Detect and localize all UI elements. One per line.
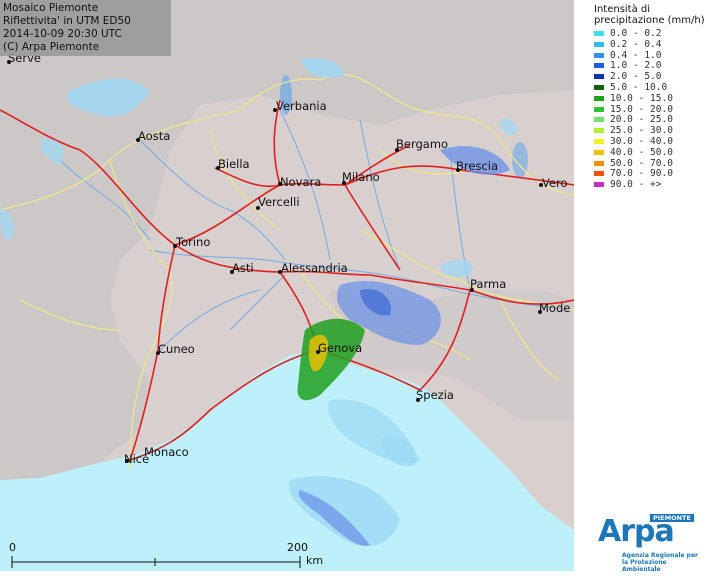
legend-range: 40.0 - 50.0 bbox=[610, 146, 673, 158]
legend-item: 25.0 - 30.0 bbox=[594, 125, 673, 136]
logo-name: Arpa bbox=[598, 514, 675, 549]
legend-item: 50.0 - 70.0 bbox=[594, 158, 673, 169]
legend-swatch bbox=[594, 139, 604, 144]
legend-item: 2.0 - 5.0 bbox=[594, 71, 661, 82]
city-milano: Milano bbox=[342, 170, 380, 184]
radar-map: 0 200 km Aosta Verbania Biella Novara Mi… bbox=[0, 0, 574, 571]
legend-item: 1.0 - 2.0 bbox=[594, 60, 661, 71]
scale-unit-label: km bbox=[306, 554, 323, 567]
legend-title-line1: Intensità di bbox=[594, 4, 651, 15]
header-product: Riflettivita' in UTM ED50 bbox=[3, 15, 131, 27]
city-parma: Parma bbox=[470, 277, 506, 291]
city-torino: Torino bbox=[175, 235, 210, 249]
legend-swatch bbox=[594, 117, 604, 123]
header-copyright: (C) Arpa Piemonte bbox=[3, 41, 100, 53]
city-genova: Genova bbox=[318, 341, 362, 355]
city-brescia: Brescia bbox=[456, 159, 498, 173]
city-mode: Mode bbox=[539, 301, 570, 315]
city-vero: Vero bbox=[542, 176, 568, 190]
map-header: Mosaico Piemonte Riflettivita' in UTM ED… bbox=[0, 0, 171, 56]
city-alessandria: Alessandria bbox=[281, 261, 348, 275]
legend-swatch bbox=[594, 63, 604, 69]
city-vercelli: Vercelli bbox=[258, 195, 300, 209]
legend-swatch bbox=[594, 149, 604, 155]
legend-range: 90.0 - +> bbox=[610, 179, 662, 191]
city-spezia: Spezia bbox=[416, 388, 454, 402]
legend-range: 70.0 - 90.0 bbox=[610, 168, 673, 180]
legend-item: 30.0 - 40.0 bbox=[594, 136, 673, 147]
legend-item: 20.0 - 25.0 bbox=[594, 114, 673, 125]
legend-swatch bbox=[594, 182, 604, 188]
legend-range: 0.2 - 0.4 bbox=[610, 38, 662, 50]
legend-swatch bbox=[594, 106, 604, 112]
legend-range: 0.0 - 0.2 bbox=[610, 28, 662, 39]
city-cuneo: Cuneo bbox=[158, 342, 195, 356]
legend-range: 20.0 - 25.0 bbox=[610, 114, 673, 126]
header-title: Mosaico Piemonte bbox=[3, 2, 99, 14]
legend-item: 90.0 - +> bbox=[594, 179, 661, 190]
legend-item: 0.2 - 0.4 bbox=[594, 39, 661, 50]
legend-item: 70.0 - 90.0 bbox=[594, 168, 673, 179]
legend-swatch bbox=[594, 128, 604, 134]
city-aosta: Aosta bbox=[138, 129, 170, 143]
legend-title: Intensità di precipitazione (mm/h) bbox=[594, 4, 709, 26]
legend-swatch bbox=[594, 74, 604, 80]
legend-title-line2: precipitazione (mm/h) bbox=[594, 15, 705, 26]
legend-swatch bbox=[594, 160, 604, 166]
city-verbania: Verbania bbox=[276, 99, 327, 113]
legend-swatch bbox=[594, 95, 604, 101]
legend-swatch bbox=[594, 171, 604, 177]
logo-subtitle: Agenzia Regionale per la Protezione Ambi… bbox=[622, 552, 698, 573]
city-monaco: Monaco bbox=[144, 445, 189, 459]
arpa-logo: PIEMONTE Arpa Agenzia Regionale per la P… bbox=[586, 514, 704, 574]
legend-range: 15.0 - 20.0 bbox=[610, 103, 673, 115]
legend-swatch bbox=[594, 52, 604, 58]
city-bergamo: Bergamo bbox=[396, 137, 448, 151]
legend-range: 2.0 - 5.0 bbox=[610, 71, 662, 83]
legend-item: 5.0 - 10.0 bbox=[594, 82, 667, 93]
legend-range: 50.0 - 70.0 bbox=[610, 157, 673, 169]
city-nice: Nice bbox=[124, 452, 149, 466]
legend-range: 10.0 - 15.0 bbox=[610, 92, 673, 104]
city-novara: Novara bbox=[280, 175, 321, 189]
legend-range: 25.0 - 30.0 bbox=[610, 125, 673, 137]
scale-end-label: 200 bbox=[287, 541, 308, 554]
legend-item: 10.0 - 15.0 bbox=[594, 93, 673, 104]
precipitation-legend: Intensità di precipitazione (mm/h) 0.0 -… bbox=[578, 0, 709, 579]
legend-item: 0.0 - 0.2 bbox=[594, 28, 661, 39]
legend-swatch bbox=[594, 85, 604, 90]
city-asti: Asti bbox=[232, 261, 254, 275]
legend-swatch bbox=[594, 41, 604, 47]
legend-range: 1.0 - 2.0 bbox=[610, 60, 662, 72]
legend-range: 5.0 - 10.0 bbox=[610, 82, 668, 93]
legend-range: 30.0 - 40.0 bbox=[610, 136, 673, 147]
legend-range: 0.4 - 1.0 bbox=[610, 49, 662, 61]
scale-start-label: 0 bbox=[9, 541, 16, 554]
legend-item: 40.0 - 50.0 bbox=[594, 147, 673, 158]
city-biella: Biella bbox=[218, 157, 250, 171]
header-timestamp: 2014-10-09 20:30 UTC bbox=[3, 28, 122, 40]
legend-item: 0.4 - 1.0 bbox=[594, 50, 661, 61]
legend-item: 15.0 - 20.0 bbox=[594, 104, 673, 115]
legend-swatch bbox=[594, 31, 604, 36]
